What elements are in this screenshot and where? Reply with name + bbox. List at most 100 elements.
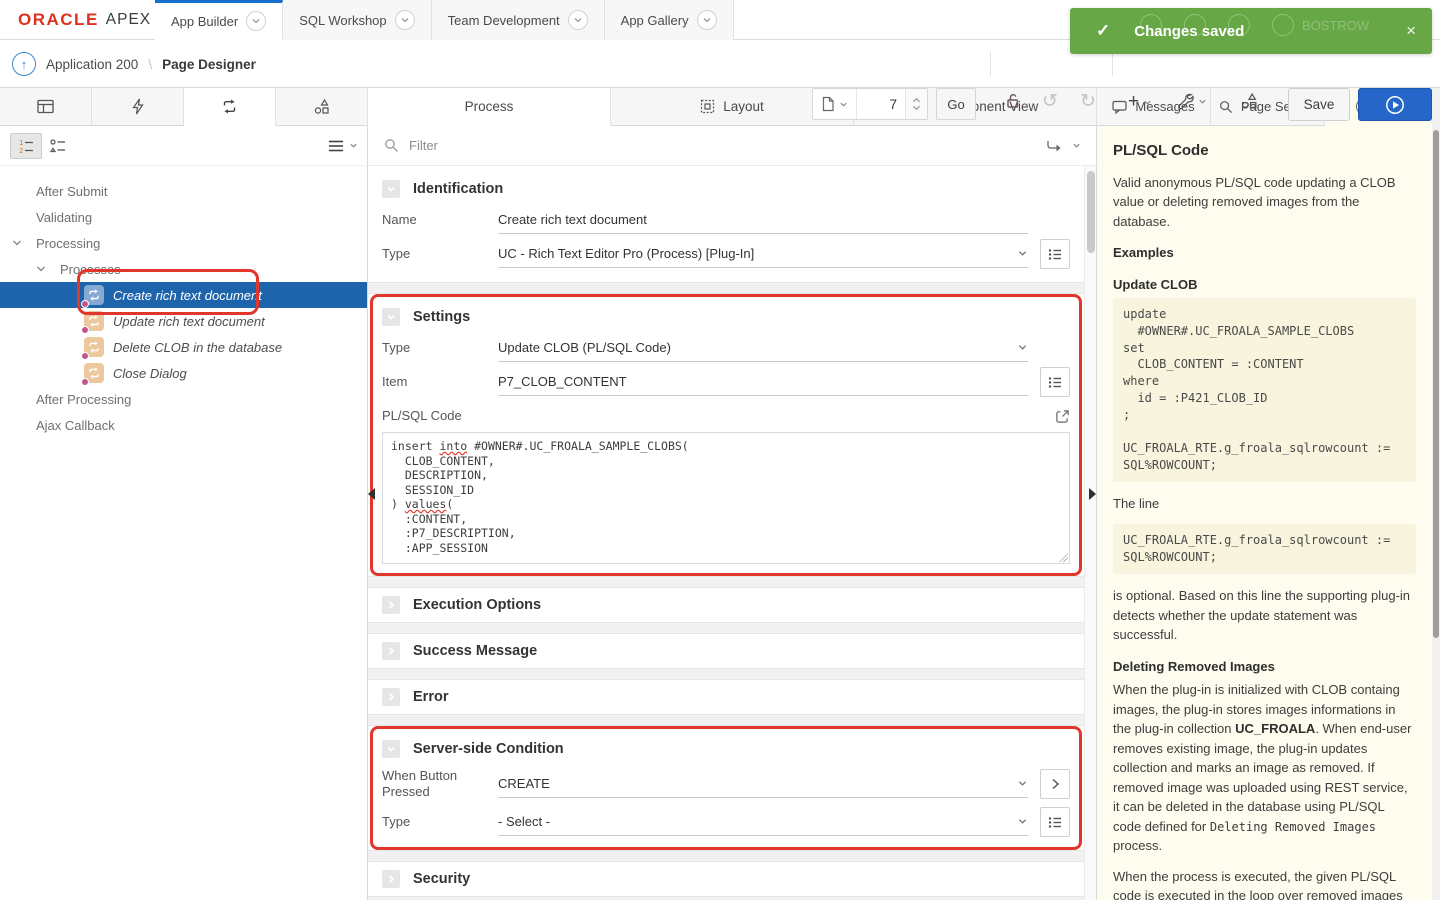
scrollbar-thumb[interactable] [1087, 171, 1095, 253]
expand-section-button[interactable] [382, 596, 400, 614]
collapse-right-panel-handle[interactable] [1089, 488, 1102, 500]
run-page-button[interactable] [1358, 88, 1432, 121]
quick-pick-button[interactable] [1040, 239, 1070, 269]
type-select[interactable]: UC - Rich Text Editor Pro (Process) [Plu… [498, 240, 1028, 268]
tree-item-validating[interactable]: Validating [0, 204, 367, 230]
go-button[interactable]: Go [936, 88, 976, 120]
quick-pick-button[interactable] [1040, 367, 1070, 397]
quick-pick-button[interactable] [1040, 807, 1070, 837]
chevron-down-icon[interactable] [568, 10, 588, 30]
center-panel-tabs: Process Layout Component View [368, 88, 1097, 126]
chevron-down-icon [386, 312, 396, 322]
center-scrollbar[interactable] [1084, 166, 1096, 900]
utilities-menu-button[interactable] [1176, 92, 1207, 110]
main-nav-tabs: App Builder SQL Workshop Team Developmen… [155, 0, 734, 40]
up-arrow-icon[interactable]: ↑ [12, 52, 36, 76]
settings-type-select[interactable]: Update CLOB (PL/SQL Code) [498, 334, 1028, 362]
collapse-section-button[interactable] [382, 308, 400, 326]
tree-menu-button[interactable] [328, 139, 358, 153]
shared-components-button[interactable] [1240, 92, 1259, 111]
lightning-icon [131, 98, 145, 115]
tree-item-create-rich-text-document[interactable]: Create rich text document [0, 282, 367, 308]
section-header: Success Message [382, 638, 1070, 664]
order-view-toggle[interactable]: 12 [10, 133, 42, 159]
page-selector [812, 88, 928, 120]
tree-item-update-rich-text-document[interactable]: Update rich text document [0, 308, 367, 334]
chevron-down-icon[interactable] [246, 11, 266, 31]
undo-button[interactable]: ↺ [1042, 90, 1058, 113]
page-number-stepper[interactable] [905, 89, 927, 119]
chevron-down-icon[interactable] [12, 238, 36, 248]
plsql-code-editor[interactable]: insert into #OWNER#.UC_FROALA_SAMPLE_CLO… [382, 432, 1070, 564]
collapse-section-button[interactable] [382, 740, 400, 758]
chevron-right-icon [386, 874, 396, 884]
tab-dynamic-actions[interactable] [92, 88, 184, 126]
tab-sql-workshop[interactable]: SQL Workshop [283, 0, 431, 40]
tree-item-delete-clob-in-the-database[interactable]: Delete CLOB in the database [0, 334, 367, 360]
section-header: Settings [382, 304, 1070, 330]
page-number-input[interactable] [857, 89, 905, 119]
filter-input[interactable] [409, 138, 1036, 153]
item-input[interactable]: P7_CLOB_CONTENT [498, 368, 1028, 396]
group-view-toggle[interactable] [42, 133, 74, 159]
tab-process[interactable]: Process [368, 88, 611, 126]
process-icon [84, 337, 104, 357]
section-success-message: Success Message [368, 634, 1084, 668]
resize-handle[interactable] [1059, 553, 1068, 562]
tab-app-builder[interactable]: App Builder [155, 0, 283, 40]
tree-item-ajax-callback[interactable]: Ajax Callback [0, 412, 367, 438]
lock-button[interactable] [1004, 92, 1022, 110]
help-block: The line [1113, 494, 1416, 514]
save-button[interactable]: Save [1288, 88, 1350, 121]
tree-item-processes[interactable]: Processes [0, 256, 367, 282]
code-line: :CONTENT, [391, 512, 1061, 527]
plsql-code-content: insert into #OWNER#.UC_FROALA_SAMPLE_CLO… [391, 439, 1061, 555]
tab-team-development[interactable]: Team Development [432, 0, 605, 40]
tree-item-label: Validating [36, 210, 92, 225]
chevron-down-icon[interactable] [395, 10, 415, 30]
section-security: Security [368, 862, 1084, 896]
page-scrollbar[interactable] [1432, 88, 1440, 900]
tab-app-gallery[interactable]: App Gallery [605, 0, 734, 40]
chevron-down-icon[interactable] [1072, 141, 1081, 150]
scrollbar-thumb[interactable] [1433, 130, 1439, 638]
expand-section-button[interactable] [382, 870, 400, 888]
chevron-down-icon [912, 105, 921, 111]
goto-selection-icon[interactable] [1046, 139, 1062, 153]
expand-section-button[interactable] [382, 688, 400, 706]
tab-processing[interactable] [184, 88, 276, 126]
field-row-name: Name Create rich text document [382, 204, 1070, 236]
redo-button[interactable]: ↻ [1080, 90, 1096, 113]
collapse-left-panel-handle[interactable] [362, 488, 375, 500]
open-code-editor-icon[interactable] [1055, 409, 1070, 424]
help-block: When the plug-in is initialized with CLO… [1113, 680, 1416, 856]
plugin-status-dot [81, 352, 89, 360]
tree-item-after-submit[interactable]: After Submit [0, 178, 367, 204]
create-menu-button[interactable]: + [1128, 91, 1152, 113]
tree-item-processing[interactable]: Processing [0, 230, 367, 256]
condition-type-select[interactable]: - Select - [498, 808, 1028, 836]
page-finder-button[interactable] [813, 89, 857, 119]
code-line: :P7_DESCRIPTION, [391, 526, 1061, 541]
collapse-section-button[interactable] [382, 180, 400, 198]
chevron-right-icon [1051, 778, 1060, 790]
close-icon[interactable]: × [1406, 21, 1416, 41]
chevron-down-icon[interactable] [36, 264, 60, 274]
process-icon [84, 285, 104, 305]
goto-button[interactable] [1040, 769, 1070, 799]
breadcrumb-application[interactable]: Application 200 [46, 57, 138, 72]
section-divider [368, 576, 1084, 588]
name-input[interactable]: Create rich text document [498, 206, 1028, 234]
tree-item-close-dialog[interactable]: Close Dialog [0, 360, 367, 386]
when-button-select[interactable]: CREATE [498, 770, 1028, 798]
tree-item-after-processing[interactable]: After Processing [0, 386, 367, 412]
numbered-list-icon: 12 [18, 138, 34, 154]
tab-rendering[interactable] [0, 88, 92, 126]
chevron-down-icon [1017, 248, 1028, 259]
expand-section-button[interactable] [382, 642, 400, 660]
chevron-down-icon [349, 141, 358, 150]
help-title: PL/SQL Code [1113, 140, 1416, 163]
tab-shared-components[interactable] [276, 88, 368, 126]
processing-icon [221, 98, 238, 115]
chevron-down-icon[interactable] [697, 10, 717, 30]
